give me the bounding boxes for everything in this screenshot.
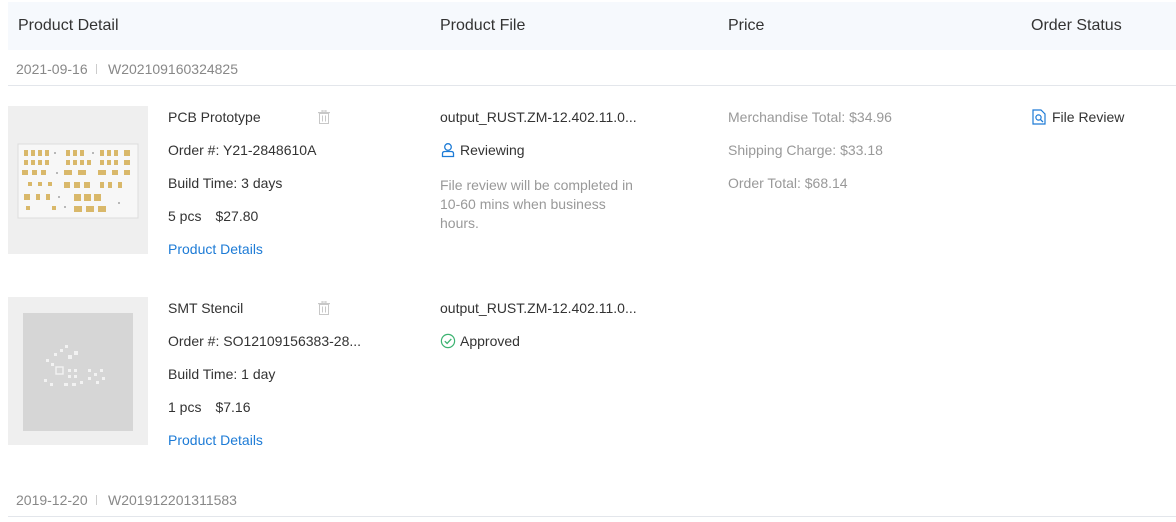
table-header: Product Detail Product File Price Order … — [8, 2, 1176, 50]
file-name[interactable]: output_RUST.ZM-12.402.11.0... — [440, 300, 645, 316]
quantity: 1 pcs — [168, 399, 202, 415]
order-meta-row: 2021-09-16 W202109160324825 — [8, 51, 1176, 86]
qty-price: 1 pcs $7.16 — [168, 399, 251, 415]
order-number: W202109160324825 — [108, 61, 239, 77]
header-product-file: Product File — [440, 17, 526, 34]
meta-divider — [96, 64, 97, 74]
product-name: PCB Prototype — [168, 109, 261, 125]
order-item: PCB Prototype Order #: Y21-2848610A Buil… — [8, 106, 1176, 257]
build-time: Build Time: 1 day — [168, 366, 276, 382]
product-name: SMT Stencil — [168, 300, 244, 316]
merchandise-total: Merchandise Total: $34.96 — [728, 109, 892, 125]
file-name[interactable]: output_RUST.ZM-12.402.11.0... — [440, 109, 645, 125]
order-status-label: File Review — [1052, 109, 1125, 125]
qty-price: 5 pcs $27.80 — [168, 208, 258, 224]
order-no: Order #: Y21-2848610A — [168, 142, 317, 158]
order-date: 2021-09-16 — [16, 61, 88, 77]
order-date: 2019-12-20 — [16, 492, 88, 508]
order-total: Order Total: $68.14 — [728, 175, 848, 191]
order-status-file-review[interactable]: File Review — [1032, 109, 1124, 125]
user-review-icon — [441, 143, 455, 158]
trash-icon[interactable] — [318, 301, 330, 315]
header-product-detail: Product Detail — [18, 17, 119, 34]
header-price: Price — [728, 17, 765, 34]
file-review-note: File review will be completed in 10-60 m… — [440, 177, 633, 231]
build-time: Build Time: 3 days — [168, 175, 283, 191]
meta-divider — [96, 495, 97, 505]
file-status: Approved — [440, 333, 520, 349]
file-search-icon — [1032, 109, 1046, 125]
item-price: $7.16 — [215, 399, 251, 415]
shipping-charge: Shipping Charge: $33.18 — [728, 142, 883, 158]
stencil-thumbnail[interactable] — [8, 297, 148, 445]
pcb-thumbnail[interactable] — [8, 106, 148, 254]
order-item: SMT Stencil Order #: SO12109156383-28...… — [8, 297, 1176, 448]
trash-icon[interactable] — [318, 110, 330, 124]
quantity: 5 pcs — [168, 208, 202, 224]
product-details-link[interactable]: Product Details — [168, 432, 263, 448]
check-circle-icon — [440, 333, 456, 349]
file-status-label: Reviewing — [460, 142, 525, 158]
order-number: W201912201311583 — [108, 492, 237, 508]
header-order-status: Order Status — [1031, 17, 1122, 34]
stencil-image — [8, 297, 148, 445]
order-no: Order #: SO12109156383-28... — [168, 333, 362, 349]
product-details-link[interactable]: Product Details — [168, 241, 263, 257]
order-meta-row: 2019-12-20 W201912201311583 — [8, 482, 1176, 517]
file-status-label: Approved — [460, 333, 520, 349]
file-status: Reviewing — [440, 142, 525, 158]
pcb-image — [8, 106, 148, 254]
item-price: $27.80 — [215, 208, 259, 224]
